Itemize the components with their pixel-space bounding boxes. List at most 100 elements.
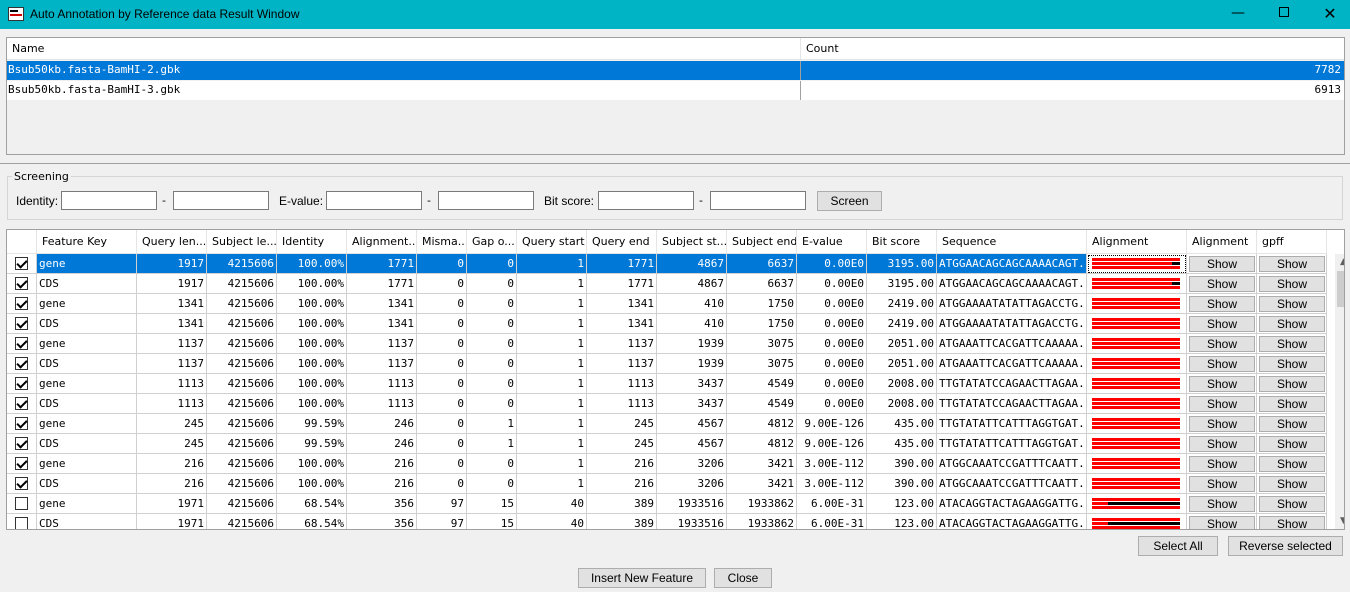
- table-row[interactable]: CDS 1971 4215606 68.54% 356 97 15 40 389 1933516 1…: [7, 514, 1327, 529]
- alignment-show-button[interactable]: Show: [1189, 356, 1255, 372]
- select-checkbox[interactable]: [15, 357, 28, 370]
- cell-subject-length[interactable]: 4215606: [207, 494, 277, 514]
- column-header-identity[interactable]: Identity: [277, 230, 347, 254]
- cell-query-length[interactable]: 1137: [137, 334, 207, 354]
- select-checkbox[interactable]: [15, 497, 28, 510]
- cell-subject-length[interactable]: 4215606: [207, 414, 277, 434]
- cell-subject-start[interactable]: 1933516: [657, 514, 727, 529]
- alignment-show-button[interactable]: Show: [1189, 336, 1255, 352]
- cell-subject-length[interactable]: 4215606: [207, 294, 277, 314]
- cell-alignment-length[interactable]: 246: [347, 434, 417, 454]
- insert-new-feature-button[interactable]: Insert New Feature: [578, 568, 706, 588]
- cell-alignment-length[interactable]: 356: [347, 514, 417, 529]
- cell-subject-start[interactable]: 4867: [657, 274, 727, 294]
- cell-subject-length[interactable]: 4215606: [207, 314, 277, 334]
- cell-gap-open[interactable]: 1: [467, 434, 517, 454]
- cell-alignment-length[interactable]: 1137: [347, 334, 417, 354]
- cell-alignment-length[interactable]: 246: [347, 414, 417, 434]
- cell-bit-score[interactable]: 123.00: [867, 514, 937, 529]
- column-header-query-length[interactable]: Query len...: [137, 230, 207, 254]
- cell-query-start[interactable]: 1: [517, 254, 587, 274]
- cell-subject-start[interactable]: 3206: [657, 454, 727, 474]
- cell-alignment-length[interactable]: 1341: [347, 294, 417, 314]
- cell-bit-score[interactable]: 3195.00: [867, 274, 937, 294]
- cell-gap-open[interactable]: 0: [467, 274, 517, 294]
- cell-subject-start[interactable]: 3437: [657, 374, 727, 394]
- cell-mismatch[interactable]: 0: [417, 394, 467, 414]
- gpff-show-button[interactable]: Show: [1259, 396, 1325, 412]
- alignment-show-button[interactable]: Show: [1189, 496, 1255, 512]
- cell-query-start[interactable]: 1: [517, 294, 587, 314]
- results-grid[interactable]: Feature Key Query len... Subject le... Iden…: [6, 229, 1345, 530]
- cell-feature-key[interactable]: gene: [37, 254, 137, 274]
- cell-subject-end[interactable]: 4549: [727, 374, 797, 394]
- column-header-query-start[interactable]: Query start: [517, 230, 587, 254]
- cell-subject-end[interactable]: 3421: [727, 474, 797, 494]
- cell-feature-key[interactable]: CDS: [37, 274, 137, 294]
- close-button[interactable]: Close: [714, 568, 772, 588]
- cell-bit-score[interactable]: 2008.00: [867, 394, 937, 414]
- column-header-evalue[interactable]: E-value: [797, 230, 867, 254]
- cell-alignment-length[interactable]: 216: [347, 474, 417, 494]
- cell-subject-length[interactable]: 4215606: [207, 334, 277, 354]
- cell-subject-length[interactable]: 4215606: [207, 514, 277, 529]
- cell-gap-open[interactable]: 0: [467, 374, 517, 394]
- cell-bit-score[interactable]: 3195.00: [867, 254, 937, 274]
- column-header-gap-open[interactable]: Gap o...: [467, 230, 517, 254]
- cell-mismatch[interactable]: 0: [417, 434, 467, 454]
- cell-mismatch[interactable]: 0: [417, 314, 467, 334]
- table-row[interactable]: CDS 1917 4215606 100.00% 1771 0 0 1 1771 4867 6637…: [7, 274, 1327, 294]
- cell-subject-length[interactable]: 4215606: [207, 354, 277, 374]
- cell-identity[interactable]: 100.00%: [277, 314, 347, 334]
- table-row[interactable]: CDS 1341 4215606 100.00% 1341 0 0 1 1341 410 1750 0…: [7, 314, 1327, 334]
- scroll-thumb[interactable]: [1337, 271, 1344, 307]
- cell-evalue[interactable]: 0.00E0: [797, 294, 867, 314]
- cell-alignment-length[interactable]: 1771: [347, 254, 417, 274]
- scroll-up-icon[interactable]: ▲: [1335, 254, 1344, 271]
- cell-evalue[interactable]: 9.00E-126: [797, 434, 867, 454]
- column-header-subject-length[interactable]: Subject le...: [207, 230, 277, 254]
- cell-subject-end[interactable]: 4549: [727, 394, 797, 414]
- column-header-name[interactable]: Name: [7, 38, 801, 60]
- cell-mismatch[interactable]: 0: [417, 454, 467, 474]
- table-row[interactable]: gene 1341 4215606 100.00% 1341 0 0 1 1341 410 1750…: [7, 294, 1327, 314]
- cell-query-end[interactable]: 389: [587, 494, 657, 514]
- cell-identity[interactable]: 100.00%: [277, 474, 347, 494]
- cell-gap-open[interactable]: 0: [467, 354, 517, 374]
- cell-bit-score[interactable]: 435.00: [867, 434, 937, 454]
- cell-sequence[interactable]: ATGGAACAGCAGCAAAACAGT...: [937, 254, 1087, 274]
- cell-query-end[interactable]: 1113: [587, 374, 657, 394]
- reverse-selected-button[interactable]: Reverse selected: [1228, 536, 1343, 556]
- result-file-list[interactable]: Name Count Bsub50kb.fasta-BamHI-2.gbk 778…: [6, 37, 1345, 155]
- cell-sequence[interactable]: ATGGCAAATCCGATTTCAATT...: [937, 474, 1087, 494]
- alignment-show-button[interactable]: Show: [1189, 316, 1255, 332]
- alignment-show-button[interactable]: Show: [1189, 296, 1255, 312]
- evalue-from-input[interactable]: [326, 191, 422, 210]
- cell-bit-score[interactable]: 390.00: [867, 454, 937, 474]
- cell-subject-start[interactable]: 4567: [657, 414, 727, 434]
- cell-subject-end[interactable]: 1750: [727, 314, 797, 334]
- identity-to-input[interactable]: [173, 191, 269, 210]
- cell-mismatch[interactable]: 97: [417, 494, 467, 514]
- table-row[interactable]: CDS 245 4215606 99.59% 246 0 1 1 245 4567 4812 9.00…: [7, 434, 1327, 454]
- cell-sequence[interactable]: ATGAAATTCACGATTCAAAAA...: [937, 334, 1087, 354]
- close-window-button[interactable]: ✕: [1307, 0, 1350, 29]
- select-checkbox[interactable]: [15, 437, 28, 450]
- cell-evalue[interactable]: 0.00E0: [797, 354, 867, 374]
- cell-bit-score[interactable]: 2051.00: [867, 354, 937, 374]
- cell-subject-length[interactable]: 4215606: [207, 274, 277, 294]
- screen-button[interactable]: Screen: [817, 191, 882, 211]
- column-header-select[interactable]: [7, 230, 37, 254]
- cell-query-end[interactable]: 1771: [587, 254, 657, 274]
- cell-subject-length[interactable]: 4215606: [207, 434, 277, 454]
- cell-feature-key[interactable]: gene: [37, 374, 137, 394]
- cell-query-length[interactable]: 1971: [137, 494, 207, 514]
- cell-query-length[interactable]: 1113: [137, 394, 207, 414]
- cell-subject-end[interactable]: 1750: [727, 294, 797, 314]
- cell-query-length[interactable]: 245: [137, 414, 207, 434]
- table-row[interactable]: CDS 216 4215606 100.00% 216 0 0 1 216 3206 3421 3.0…: [7, 474, 1327, 494]
- select-checkbox[interactable]: [15, 477, 28, 490]
- cell-evalue[interactable]: 0.00E0: [797, 374, 867, 394]
- column-header-sequence[interactable]: Sequence: [937, 230, 1087, 254]
- cell-evalue[interactable]: 3.00E-112: [797, 454, 867, 474]
